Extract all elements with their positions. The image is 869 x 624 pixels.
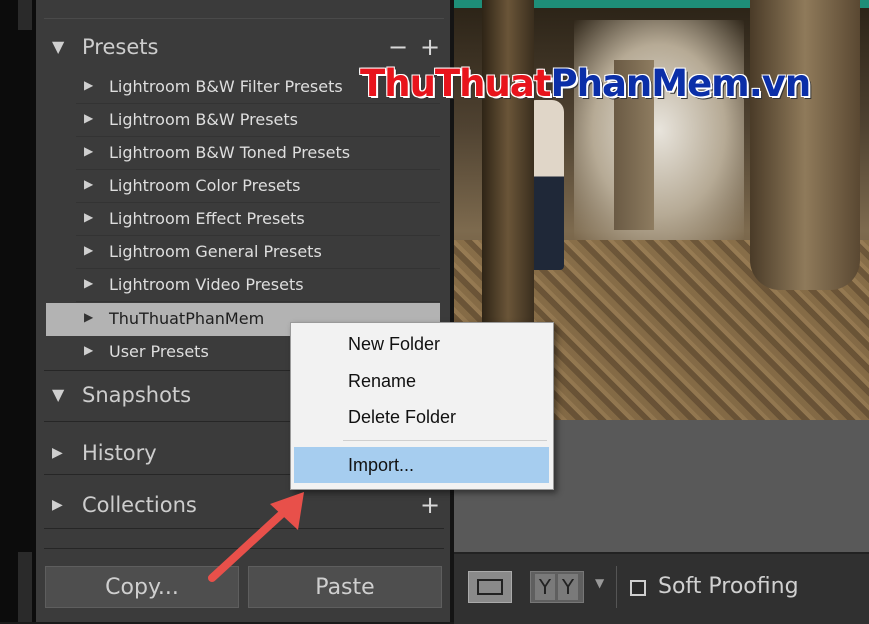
remove-preset-icon[interactable]: − [388,35,408,59]
watermark-part: .vn [748,62,812,105]
collapsed-triangle-icon: ▶ [84,210,94,224]
watermark-logo: ThuThuatPhanMem.vn [360,62,812,105]
collapsed-triangle-icon: ▶ [84,343,94,357]
watermark-part: PhanMem [550,62,750,105]
preset-folder[interactable]: ▶ Lightroom General Presets [46,236,440,269]
collapsed-triangle-icon: ▶ [84,78,94,92]
menu-item-label: New Folder [348,334,441,354]
preset-folder[interactable]: ▶ Lightroom Effect Presets [46,203,440,236]
before-after-button[interactable]: Y Y [530,571,584,603]
preset-folder-label: Lightroom General Presets [109,242,322,261]
watermark-part: Thu [360,62,436,105]
menu-item-label: Delete Folder [348,407,457,427]
collections-title: Collections [82,493,197,517]
divider [44,18,444,19]
left-edge-bar [0,0,36,622]
preset-folder-label: Lightroom Color Presets [109,176,301,195]
preset-folder[interactable]: ▶ Lightroom Color Presets [46,170,440,203]
presets-title: Presets [82,35,159,59]
menu-item-label: Import... [348,455,415,475]
toolbar-separator [616,566,617,608]
preset-folder[interactable]: ▶ Lightroom Video Presets [46,269,440,302]
bottom-toolbar: Y Y ▼ Soft Proofing [454,552,869,624]
add-preset-icon[interactable]: + [420,35,440,59]
collapsed-triangle-icon: ▶ [84,111,94,125]
preset-folder[interactable]: ▶ Lightroom B&W Presets [46,104,440,137]
collapsed-triangle-icon: ▶ [84,177,94,191]
row-divider [76,301,440,302]
soft-proofing-checkbox[interactable] [630,580,646,596]
expand-triangle-icon: ▼ [52,385,65,404]
add-collection-icon[interactable]: + [420,493,440,517]
menu-item-label: Rename [348,371,417,391]
dropdown-arrow-icon[interactable]: ▼ [595,576,604,590]
watermark-part: Thuat [434,62,552,105]
soft-proofing-label: Soft Proofing [658,574,799,599]
top-grip [18,0,32,30]
before-after-left-icon: Y [535,574,555,600]
preset-folder-label: ThuThuatPhanMem [109,309,265,328]
loupe-view-button[interactable] [468,571,512,603]
collapsed-triangle-icon: ▶ [84,276,94,290]
context-menu: New Folder Rename Delete Folder Import..… [290,322,554,490]
preset-folder-label: Lightroom B&W Presets [109,110,298,129]
menu-item-import[interactable]: Import... [294,447,549,483]
preset-folder-label: Lightroom B&W Filter Presets [109,77,343,96]
history-title: History [82,441,157,465]
collapsed-triangle-icon: ▶ [84,310,94,324]
annotation-arrow-icon [208,492,304,582]
menu-item-delete-folder[interactable]: Delete Folder [291,399,553,435]
preset-folder-label: Lightroom Video Presets [109,275,304,294]
menu-item-new-folder[interactable]: New Folder [291,326,553,362]
collapsed-triangle-icon: ▶ [84,243,94,257]
photo-background [574,20,744,240]
collapsed-triangle-icon: ▶ [84,144,94,158]
snapshots-title: Snapshots [82,383,192,407]
preset-folder-label: Lightroom Effect Presets [109,209,305,228]
tree-trunk-right [750,0,860,290]
bottom-grip [18,552,32,622]
arrow-shaft [208,506,290,582]
loupe-view-icon [477,579,503,595]
menu-separator [343,440,547,441]
before-after-right-icon: Y [558,574,578,600]
expand-triangle-icon: ▼ [52,37,65,56]
collapsed-triangle-icon: ▶ [52,445,63,461]
preset-folder-label: Lightroom B&W Toned Presets [109,143,351,162]
collapsed-triangle-icon: ▶ [52,497,63,513]
menu-item-rename[interactable]: Rename [291,363,553,399]
presets-header[interactable]: ▼ Presets − + [46,29,442,65]
preset-folder-label: User Presets [109,342,209,361]
preset-folder[interactable]: ▶ Lightroom B&W Toned Presets [46,137,440,170]
